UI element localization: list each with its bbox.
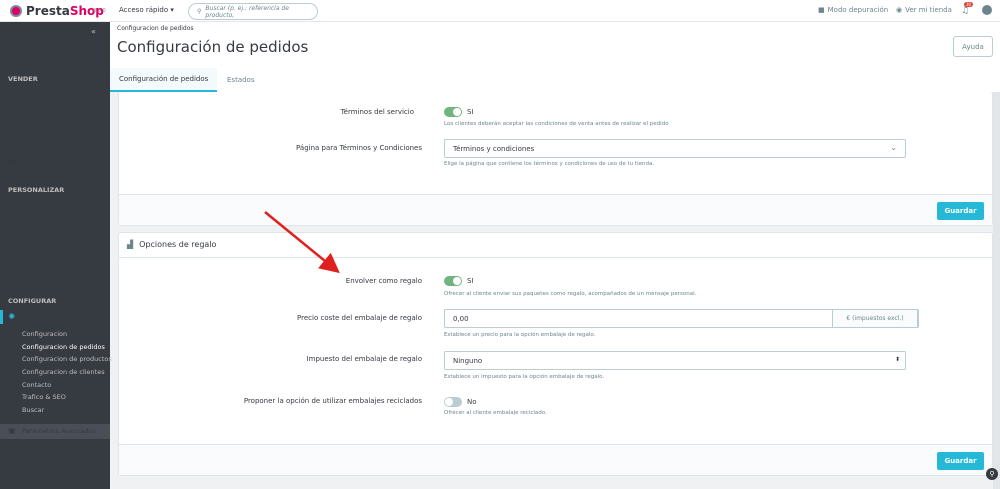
annotation-arrow: [264, 211, 340, 274]
